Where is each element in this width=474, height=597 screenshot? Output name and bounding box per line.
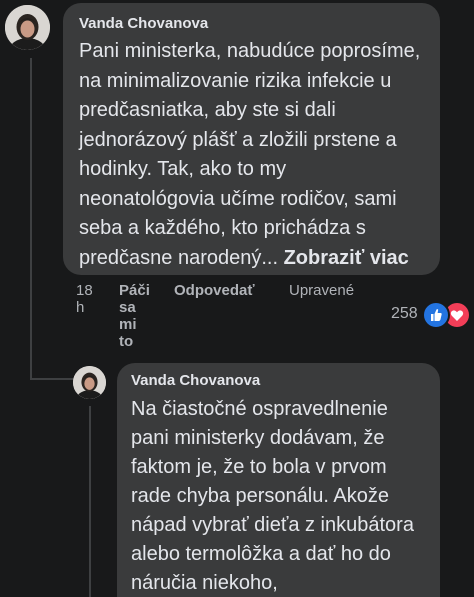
reply-avatar[interactable] [73,366,106,399]
reaction-count[interactable]: 258 [391,305,418,323]
see-more-link[interactable]: Zobraziť viac [284,247,409,269]
comment-bubble: Vanda Chovanova Pani ministerka, nabudúc… [63,3,440,275]
avatar-photo-icon [73,366,106,399]
comment-author[interactable]: Vanda Chovanova [79,15,426,33]
reply-text: Na čiastočné ospravedlnenie pani ministe… [131,398,414,594]
thread-connector-horizontal [30,378,74,380]
avatar-photo-icon [5,5,50,50]
like-button[interactable]: Páči sa mi to [119,282,153,350]
like-icon[interactable] [422,301,450,329]
reply-button[interactable]: Odpovedať [174,282,255,299]
comment-timestamp[interactable]: 18 h [76,282,98,316]
reply-bubble: Vanda Chovanova Na čiastočné ospravedlne… [117,363,440,597]
reply-thread-connector [89,406,91,597]
comment-text: Pani ministerka, nabudúce poprosíme, na … [79,37,426,273]
reply-author[interactable]: Vanda Chovanova [131,372,426,390]
comment-text-body: Pani ministerka, nabudúce poprosíme, na … [79,40,421,269]
avatar[interactable] [5,5,50,50]
edited-label[interactable]: Upravené [289,282,354,299]
thread-connector-vertical [30,58,32,379]
